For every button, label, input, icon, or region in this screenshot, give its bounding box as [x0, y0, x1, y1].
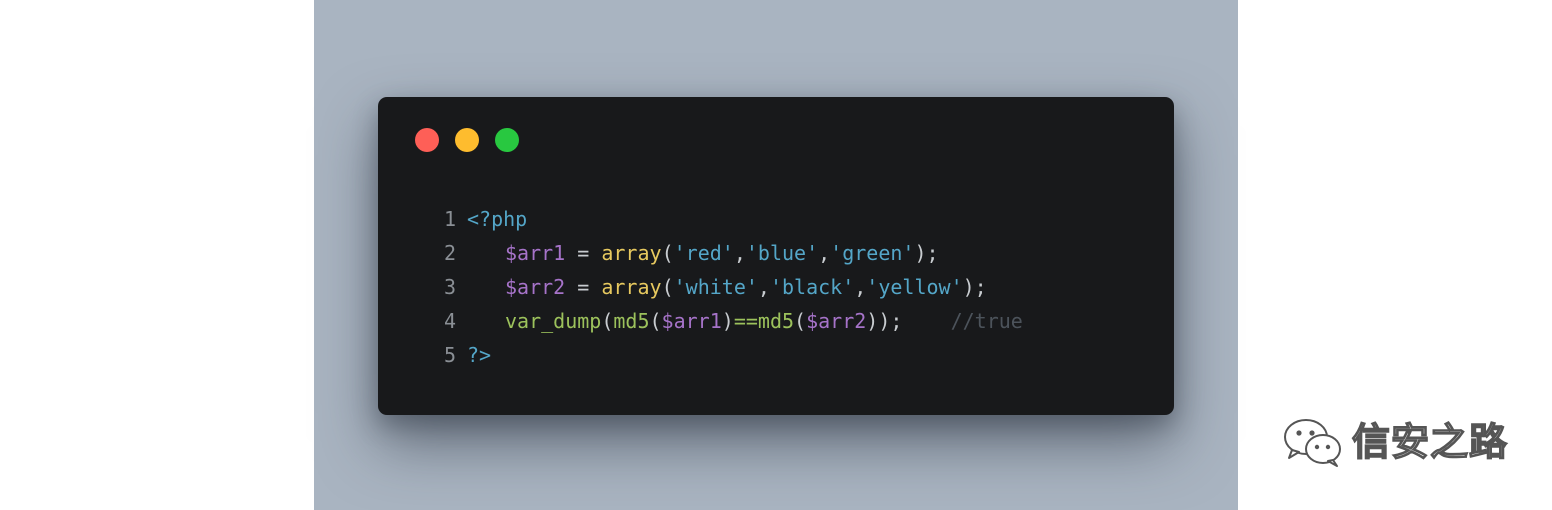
close-dot-icon[interactable]: [415, 128, 439, 152]
line-number: 2: [443, 241, 456, 265]
code-block: 1 <?php 2 $arr1 = array('red','blue','green…: [438, 202, 1023, 372]
code-token-var: $arr1: [505, 241, 566, 265]
code-token-comment: //true: [950, 309, 1023, 333]
code-token-punc: (: [649, 309, 662, 333]
window-controls: [415, 128, 519, 152]
code-token-fn2: md5: [757, 309, 795, 333]
minimize-dot-icon[interactable]: [455, 128, 479, 152]
code-token-fn2: var_dump: [505, 309, 602, 333]
code-line: 5 ?>: [438, 338, 1023, 372]
line-number: 4: [443, 309, 456, 333]
code-token-punc: ));: [866, 309, 903, 333]
line-number: 3: [443, 275, 456, 299]
code-token-punc: ,: [757, 275, 770, 299]
code-token-punc: (: [661, 275, 674, 299]
code-token-punc: (: [601, 309, 614, 333]
code-token-punc: ,: [733, 241, 746, 265]
code-token-str: 'blue': [745, 241, 819, 265]
code-token-str: 'black': [769, 275, 855, 299]
code-token-op: =: [565, 241, 602, 265]
line-number: 5: [443, 343, 456, 367]
page: 1 <?php 2 $arr1 = array('red','blue','green…: [0, 0, 1552, 510]
code-token-punc: (: [661, 241, 674, 265]
code-line: 2 $arr1 = array('red','blue','green');: [438, 236, 1023, 270]
watermark-text: 信安之路: [1351, 419, 1509, 464]
code-token-fn: array: [601, 241, 662, 265]
code-line: 1 <?php: [438, 202, 1023, 236]
code-line: 3 $arr2 = array('white','black','yellow')…: [438, 270, 1023, 304]
code-token-str: 'yellow': [866, 275, 963, 299]
code-token-str: 'red': [673, 241, 734, 265]
code-token-var: $arr1: [661, 309, 722, 333]
code-window: 1 <?php 2 $arr1 = array('red','blue','green…: [378, 97, 1174, 415]
code-token-fn2: ==: [733, 309, 758, 333]
code-token-tag: <?php: [467, 207, 528, 231]
code-token-str: 'green': [830, 241, 915, 265]
code-token-punc: );: [962, 275, 987, 299]
code-token-punc: ,: [818, 241, 831, 265]
code-token-op: =: [565, 275, 602, 299]
code-token-punc: ): [721, 309, 734, 333]
code-token-tag: ?>: [467, 343, 492, 367]
code-token-punc: ,: [854, 275, 867, 299]
code-token-op: [902, 309, 950, 333]
watermark: 信安之路: [1282, 416, 1508, 468]
wechat-icon: [1284, 419, 1341, 467]
code-token-fn: array: [601, 275, 662, 299]
code-token-fn2: md5: [613, 309, 650, 333]
maximize-dot-icon[interactable]: [495, 128, 519, 152]
line-number: 1: [443, 207, 456, 231]
code-token-str: 'white': [673, 275, 758, 299]
code-token-var: $arr2: [806, 309, 867, 333]
code-token-var: $arr2: [505, 275, 566, 299]
code-token-punc: (: [794, 309, 807, 333]
code-line: 4 var_dump(md5($arr1)==md5($arr2)); //tru…: [438, 304, 1023, 338]
code-token-punc: );: [914, 241, 939, 265]
